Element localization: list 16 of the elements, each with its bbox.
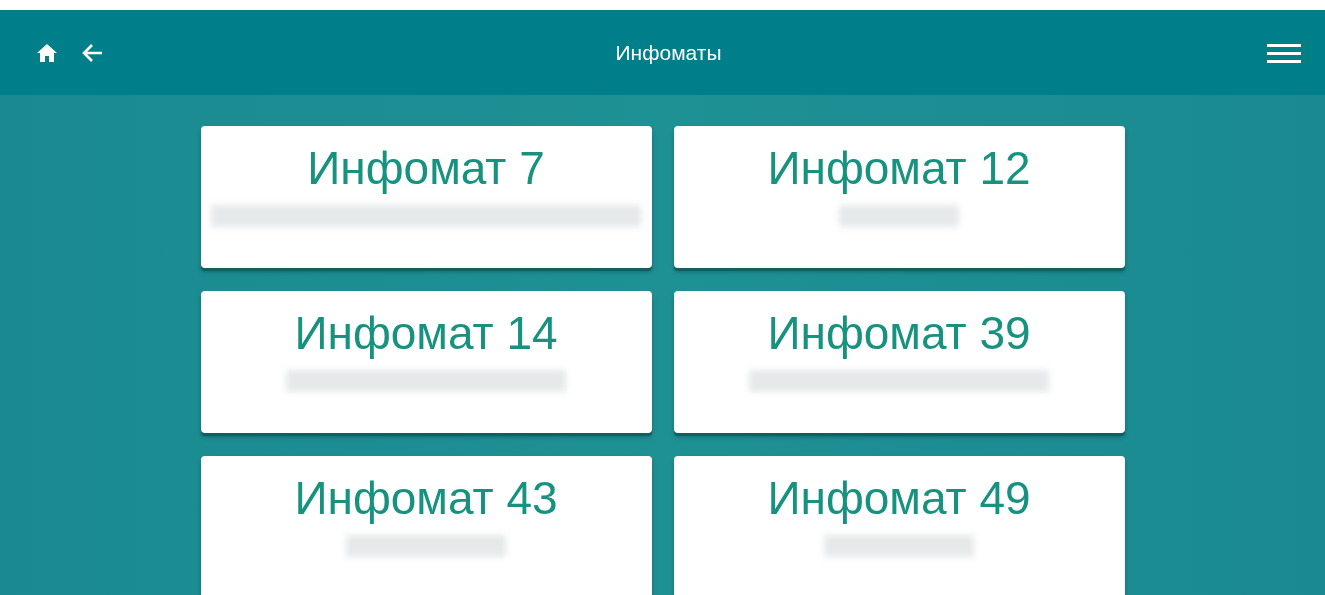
card-title: Инфомат 49: [767, 472, 1031, 525]
infomat-card[interactable]: Инфомат 43: [200, 456, 652, 595]
back-arrow-icon[interactable]: [82, 42, 104, 63]
menu-icon[interactable]: [1267, 41, 1301, 64]
infomat-card[interactable]: Инфомат 14: [200, 291, 652, 433]
card-title: Инфомат 12: [767, 142, 1031, 195]
card-title: Инфомат 7: [307, 142, 545, 195]
infomat-card[interactable]: Инфомат 7: [200, 126, 652, 268]
page-title: Инфоматы: [615, 40, 722, 65]
infomat-card[interactable]: Инфомат 12: [673, 126, 1125, 268]
card-title: Инфомат 43: [294, 472, 558, 525]
home-icon[interactable]: [36, 42, 58, 63]
card-title: Инфомат 39: [767, 307, 1031, 360]
infomat-card[interactable]: Инфомат 49: [673, 456, 1125, 595]
card-title: Инфомат 14: [294, 307, 558, 360]
infomat-card[interactable]: Инфомат 39: [673, 291, 1125, 433]
